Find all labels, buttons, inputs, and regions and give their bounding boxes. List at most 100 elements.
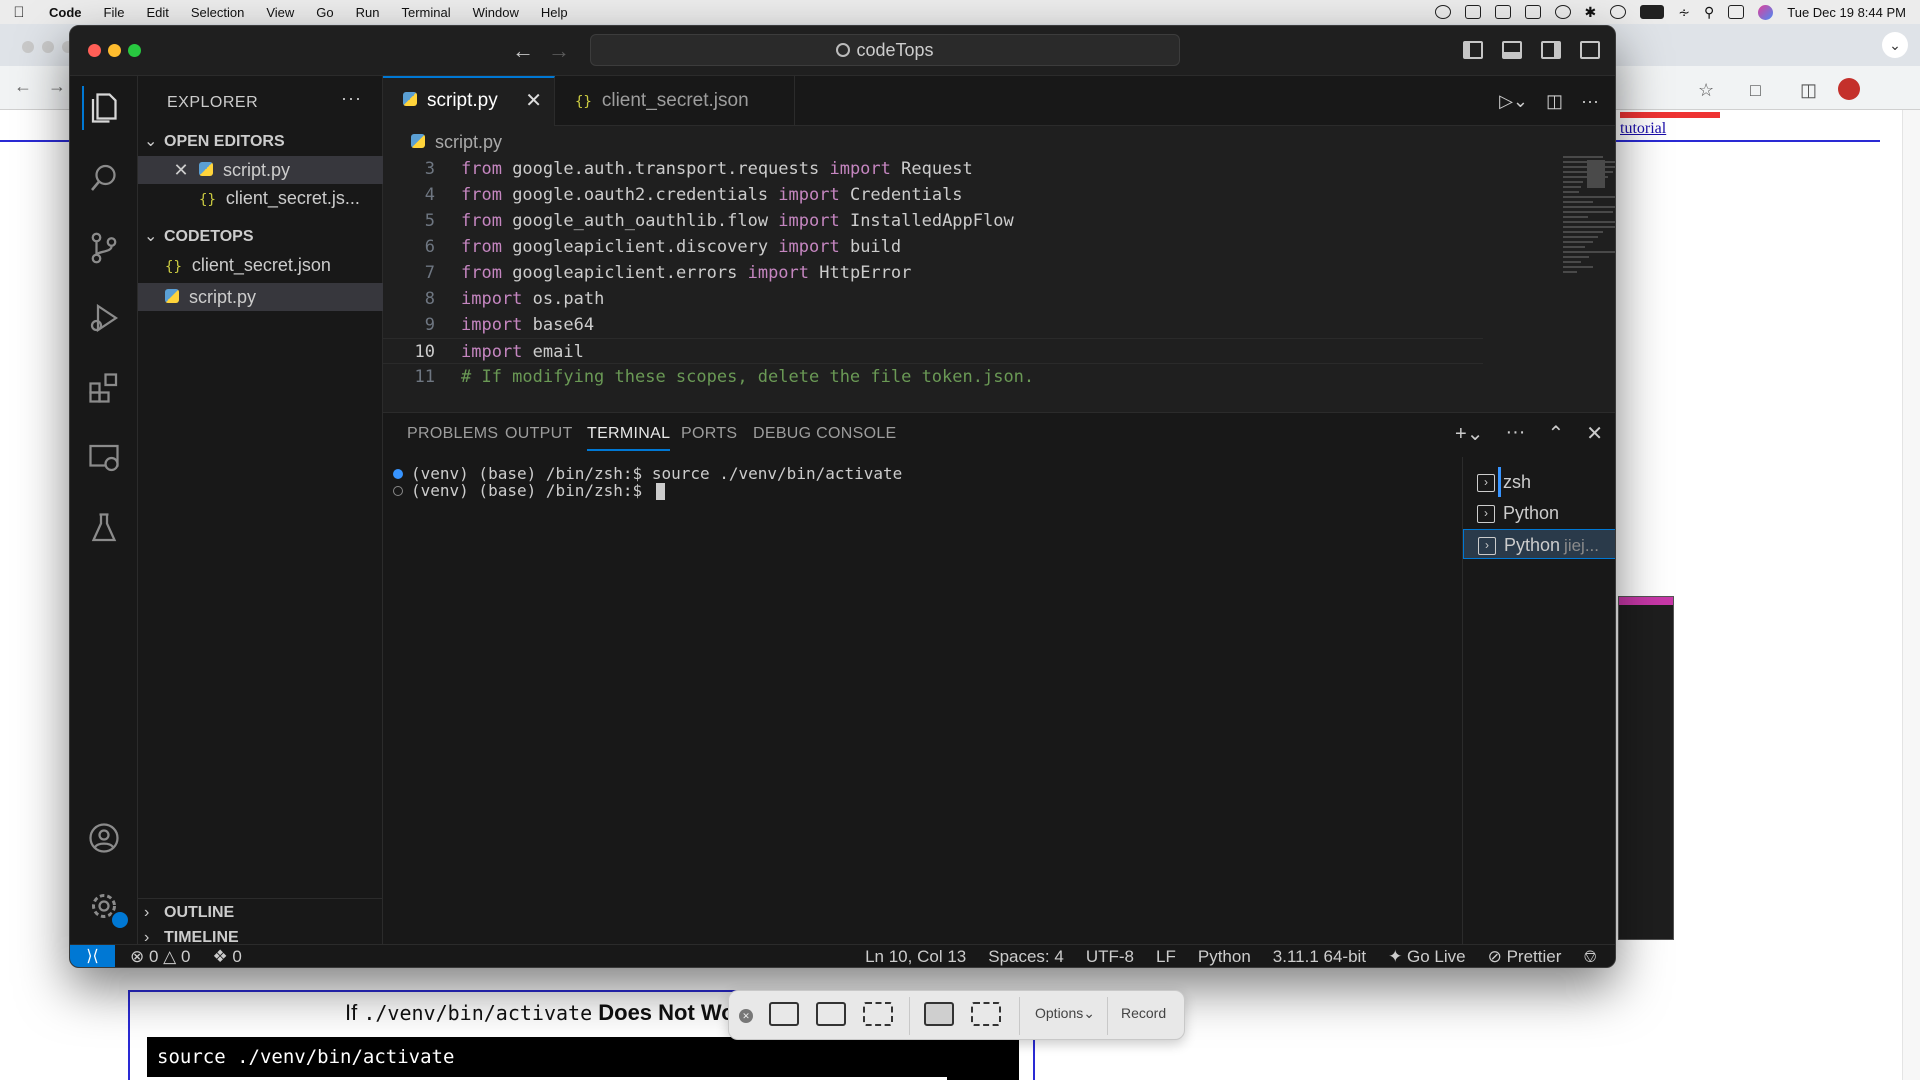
manage-gear-icon[interactable] [82, 884, 130, 930]
clock[interactable]: Tue Dec 19 8:44 PM [1787, 5, 1906, 20]
customize-layout-icon[interactable] [1580, 41, 1600, 59]
spotlight-icon[interactable]: ⚲ [1704, 4, 1714, 21]
source-control-icon[interactable] [82, 226, 126, 270]
code-line[interactable]: 10 import email [383, 338, 1483, 364]
extensions-icon[interactable] [82, 366, 126, 410]
split-editor-icon[interactable]: ◫ [1546, 91, 1563, 112]
toggle-sidebar-icon[interactable] [1463, 41, 1483, 59]
apple-menu-icon[interactable]:  [0, 4, 38, 21]
indentation[interactable]: Spaces: 4 [988, 947, 1064, 967]
encoding[interactable]: UTF-8 [1086, 947, 1134, 967]
menu-terminal[interactable]: Terminal [391, 5, 462, 20]
menu-window[interactable]: Window [462, 5, 530, 20]
screenshot-close-icon[interactable]: ✕ [739, 1009, 753, 1023]
code-line[interactable]: 9 import base64 [383, 312, 1483, 338]
command-pending-dot-icon[interactable] [393, 486, 403, 496]
go-live-button[interactable]: ✦ Go Live [1388, 947, 1466, 967]
code-line[interactable]: 11 # If modifying these scopes, delete th… [383, 364, 1483, 390]
remote-explorer-icon[interactable] [82, 436, 126, 480]
window-close-button[interactable] [88, 44, 101, 57]
tab-terminal[interactable]: TERMINAL [587, 425, 671, 451]
user-icon[interactable] [1610, 5, 1627, 19]
glasses-icon[interactable] [1464, 5, 1481, 19]
display-icon[interactable] [1494, 5, 1511, 19]
editor-scrollbar-thumb[interactable] [1587, 160, 1605, 188]
code-line[interactable]: 4 from google.oauth2.credentials import C… [383, 182, 1483, 208]
options-button[interactable]: Options⌄ [1035, 1005, 1095, 1022]
battery-icon[interactable] [1640, 5, 1665, 19]
terminal-entry-python-active[interactable]: › Python jiej... [1463, 529, 1615, 559]
explorer-icon[interactable] [82, 86, 126, 130]
notifications-bell-icon[interactable]: ⎊ [1583, 947, 1597, 967]
close-icon[interactable]: ✕ [168, 156, 194, 184]
sidepanel-icon[interactable]: ◫ [1800, 80, 1817, 101]
code-line[interactable]: 7 from googleapiclient.errors import Http… [383, 260, 1483, 286]
capture-entire-screen-icon[interactable] [769, 1002, 799, 1026]
editor-more-actions-icon[interactable]: ··· [1581, 91, 1599, 112]
menu-go[interactable]: Go [305, 5, 344, 20]
browser-min-dot[interactable] [42, 41, 54, 53]
profile-avatar[interactable] [1838, 78, 1860, 100]
run-python-file-icon[interactable]: ▷⌄ [1499, 91, 1528, 112]
menu-view[interactable]: View [255, 5, 305, 20]
browser-scrollbar[interactable] [1902, 110, 1920, 1080]
bookmark-star-icon[interactable]: ☆ [1698, 80, 1714, 101]
open-editors-header[interactable]: ⌄ OPEN EDITORS [144, 131, 285, 151]
command-center[interactable]: codeTops [590, 34, 1180, 66]
search-view-icon[interactable] [82, 156, 126, 200]
menu-file[interactable]: File [93, 5, 136, 20]
keyboard-icon[interactable] [1524, 5, 1541, 19]
bluetooth-icon[interactable]: ✱ [1585, 4, 1597, 21]
go-forward-icon[interactable]: → [548, 38, 570, 64]
testing-flask-icon[interactable] [82, 506, 126, 550]
maximize-panel-icon[interactable]: ⌃ [1547, 421, 1564, 446]
tutorial-link[interactable]: tutorial [1620, 120, 1666, 138]
tab-problems[interactable]: PROBLEMS [407, 425, 498, 443]
codetops-folder-header[interactable]: ⌄ CODETOPS [144, 226, 254, 246]
go-back-icon[interactable]: ← [512, 38, 534, 64]
browser-forward-icon[interactable]: → [48, 76, 66, 97]
python-interpreter[interactable]: 3.11.1 64-bit [1273, 947, 1366, 967]
tab-debug-console[interactable]: DEBUG CONSOLE [753, 425, 897, 443]
problems-indicator[interactable]: ⊗ 0 △ 0 [130, 947, 190, 967]
app-menu[interactable]: Code [38, 5, 93, 20]
menu-help[interactable]: Help [530, 5, 579, 20]
record-button[interactable]: Record [1121, 1005, 1166, 1021]
capture-window-icon[interactable] [816, 1002, 846, 1026]
code-line[interactable]: 6 from googleapiclient.discovery import b… [383, 234, 1483, 260]
browser-close-dot[interactable] [22, 41, 34, 53]
code-line[interactable]: 8 import os.path [383, 286, 1483, 312]
toggle-panel-icon[interactable] [1502, 41, 1522, 59]
siri-icon[interactable] [1758, 4, 1774, 20]
file-client-secret-json[interactable]: {} client_secret.json [138, 251, 383, 279]
outline-header[interactable]: › OUTLINE [144, 904, 234, 922]
run-and-debug-icon[interactable] [82, 296, 126, 340]
terminal-entry-python[interactable]: › Python [1463, 498, 1615, 528]
menu-run[interactable]: Run [345, 5, 391, 20]
record-selection-icon[interactable] [971, 1002, 1001, 1026]
tab-list-chevron-icon[interactable]: ⌄ [1882, 32, 1908, 58]
tab-output[interactable]: OUTPUT [505, 425, 573, 443]
menu-edit[interactable]: Edit [135, 5, 179, 20]
prettier-button[interactable]: ⊘ Prettier [1488, 947, 1562, 967]
panel-more-actions-icon[interactable]: ··· [1505, 421, 1525, 446]
close-panel-icon[interactable]: ✕ [1586, 421, 1603, 446]
menu-selection[interactable]: Selection [180, 5, 255, 20]
capture-selection-icon[interactable] [863, 1002, 893, 1026]
tray-app-icon[interactable] [1434, 5, 1451, 19]
tab-close-icon[interactable]: ✕ [525, 78, 542, 124]
cursor-position[interactable]: Ln 10, Col 13 [865, 947, 966, 967]
new-terminal-icon[interactable]: +⌄ [1455, 421, 1483, 446]
open-editor-client-secret[interactable]: {} client_secret.js... [138, 184, 383, 212]
wifi-icon[interactable]: ∻ [1678, 4, 1690, 21]
command-success-dot-icon[interactable] [393, 469, 403, 479]
ports-indicator[interactable]: ❖ 0 [212, 947, 241, 967]
tab-script-py[interactable]: script.py ✕ [383, 76, 555, 126]
remote-indicator-icon[interactable]: ⟩⟨ [70, 945, 115, 967]
open-editor-script-py[interactable]: ✕ script.py [138, 156, 383, 184]
info-icon[interactable] [1554, 5, 1571, 19]
window-minimize-button[interactable] [108, 44, 121, 57]
tab-ports[interactable]: PORTS [681, 425, 737, 443]
record-screen-icon[interactable] [924, 1002, 954, 1026]
code-line[interactable]: 5 from google_auth_oauthlib.flow import I… [383, 208, 1483, 234]
